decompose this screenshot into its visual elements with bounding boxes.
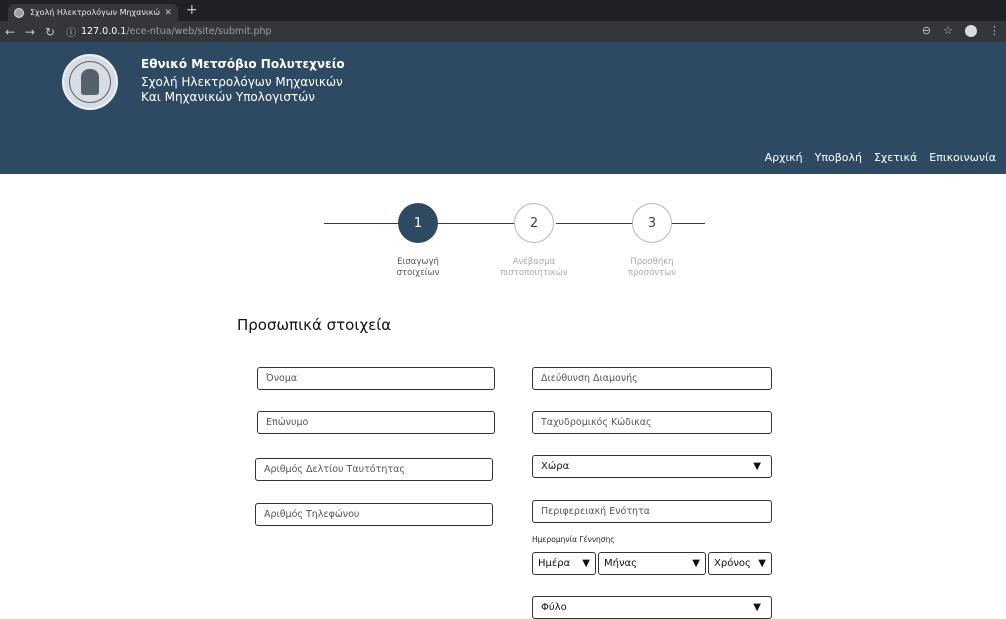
step-3-label: Προσθήκη προσόντων [627,257,677,278]
region-input[interactable] [532,500,772,523]
dob-year-value: Χρόνος [714,558,751,569]
zoom-icon[interactable]: ⊖ [922,24,931,37]
main-nav: Αρχική Υποβολή Σχετικά Επικοινωνία [765,151,996,164]
stepper-line-1-2 [436,223,516,224]
nav-submit[interactable]: Υποβολή [815,151,862,164]
caret-down-icon: ▼ [582,558,590,569]
address-bar: ← → ↻ ⓘ 127.0.0.1 /ece-ntua/web/site/sub… [0,21,1006,42]
stepper-line-right [672,223,705,224]
dob-year-select[interactable]: Χρόνος ▼ [708,552,772,575]
stepper-line-left [324,223,404,224]
stepper-line-2-3 [556,223,636,224]
browser-tab-bar: Σχολή Ηλεκτρολόγων Μηχανικώ ✕ + [0,0,1006,21]
gender-select-value: Φύλο [541,602,567,613]
profile-avatar-icon[interactable] [965,24,977,37]
id-number-input[interactable] [255,458,493,481]
dob-month-select[interactable]: Μήνας ▼ [598,552,706,575]
phone-input[interactable] [255,503,493,526]
address-input[interactable] [532,367,772,390]
step-1-label: Εισαγωγή στοιχείων [396,257,440,278]
menu-icon[interactable]: ⋮ [989,24,1000,37]
country-select[interactable]: Χώρα ▼ [532,455,772,478]
reload-icon[interactable]: ↻ [40,25,60,39]
caret-down-icon: ▼ [753,461,761,472]
new-tab-icon[interactable]: + [186,2,198,18]
nav-contact[interactable]: Επικοινωνία [929,151,996,164]
site-header: Εθνικό Μετσόβιο Πολυτεχνείο Σχολή Ηλεκτρ… [0,42,1006,174]
tab-title: Σχολή Ηλεκτρολόγων Μηχανικώ [30,8,161,17]
last-name-input[interactable] [257,411,495,434]
url-field[interactable]: ⓘ 127.0.0.1 /ece-ntua/web/site/submit.ph… [66,24,272,39]
nav-home[interactable]: Αρχική [765,151,803,164]
school-name-line1: Σχολή Ηλεκτρολόγων Μηχανικών [141,75,343,89]
caret-down-icon: ▼ [692,558,700,569]
caret-down-icon: ▼ [758,558,766,569]
step-3[interactable]: 3 [632,203,672,243]
nav-about[interactable]: Σχετικά [874,151,917,164]
country-select-value: Χώρα [541,461,570,472]
school-name-line2: Και Μηχανικών Υπολογιστών [141,90,315,104]
info-icon[interactable]: ⓘ [66,24,76,39]
first-name-input[interactable] [257,367,495,390]
bookmark-star-icon[interactable]: ☆ [943,24,953,37]
brand-text: Εθνικό Μετσόβιο Πολυτεχνείο Σχολή Ηλεκτρ… [141,57,345,105]
url-host: 127.0.0.1 [81,26,127,37]
close-tab-icon[interactable]: ✕ [164,8,172,18]
dob-day-value: Ημέρα [538,558,571,569]
browser-tab[interactable]: Σχολή Ηλεκτρολόγων Μηχανικώ ✕ [8,4,178,21]
dob-month-value: Μήνας [604,558,638,569]
university-name: Εθνικό Μετσόβιο Πολυτεχνείο [141,57,345,71]
favicon-icon [14,7,24,18]
forward-icon[interactable]: → [20,25,40,39]
university-logo-icon[interactable] [62,54,118,110]
step-1[interactable]: 1 [398,203,438,243]
dob-label: Ημερομηνία Γέννησης [532,535,615,544]
section-title: Προσωπικά στοιχεία [237,316,392,334]
postal-code-input[interactable] [532,411,772,434]
caret-down-icon: ▼ [753,602,761,613]
back-icon[interactable]: ← [0,25,20,39]
dob-day-select[interactable]: Ημέρα ▼ [532,552,596,575]
step-2-label: Ανέβασμα πιστοποιητικών [500,257,568,278]
step-2[interactable]: 2 [514,203,554,243]
url-path: /ece-ntua/web/site/submit.php [126,26,272,37]
